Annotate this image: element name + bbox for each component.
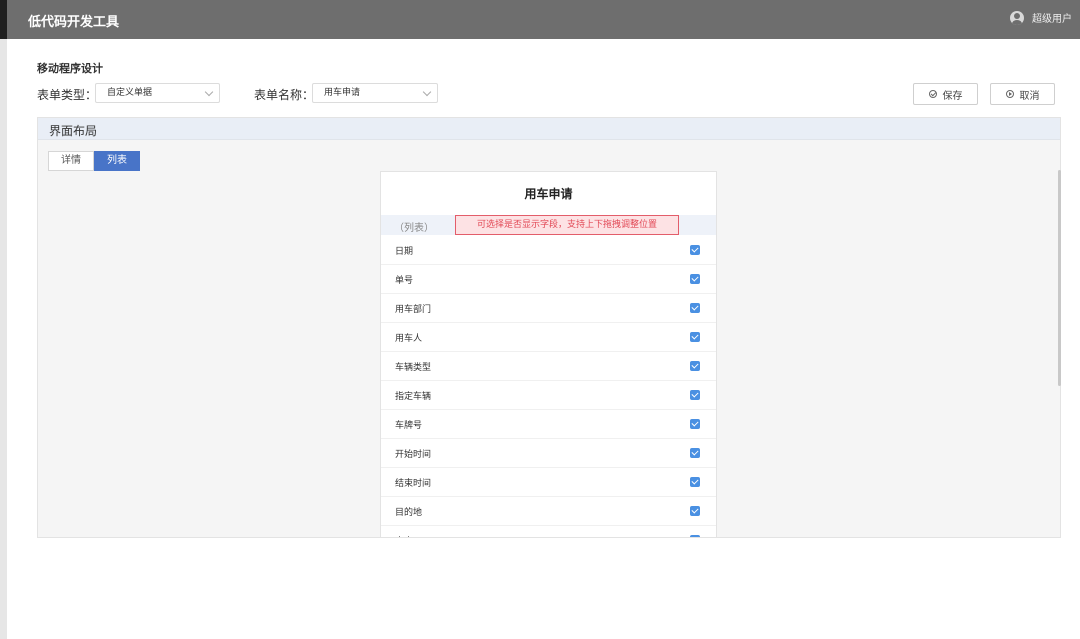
- field-checkbox[interactable]: [690, 419, 700, 429]
- field-row[interactable]: 指定车辆: [381, 381, 716, 410]
- cancel-button[interactable]: 取消: [990, 83, 1055, 105]
- field-row[interactable]: 车辆类型: [381, 352, 716, 381]
- form-name-select[interactable]: 用车申请: [312, 83, 438, 103]
- field-label: 指定车辆: [395, 392, 432, 402]
- save-button-label: 保存: [942, 90, 963, 102]
- field-checkbox[interactable]: [690, 477, 700, 487]
- user-name: 超级用户: [1032, 14, 1072, 25]
- field-label: 结束时间: [395, 479, 432, 489]
- form-type-label: 表单类型：: [37, 88, 98, 102]
- field-row[interactable]: 用车部门: [381, 294, 716, 323]
- play-circle-icon: [1005, 90, 1014, 98]
- field-label: 用车部门: [395, 305, 432, 315]
- field-row[interactable]: 用车人: [381, 323, 716, 352]
- check-circle-icon: [928, 90, 937, 98]
- left-strip: [0, 39, 7, 639]
- layout-panel: 界面布局 详情 列表 用车申请 （列表） 可选择是否显示字段，支持上下拖拽调整位…: [37, 117, 1061, 538]
- field-row[interactable]: 事由: [381, 526, 716, 537]
- top-bar-edge: [0, 0, 7, 39]
- layout-panel-title: 界面布局: [49, 124, 98, 138]
- layout-tabs: 详情 列表: [48, 151, 140, 171]
- form-type-value: 自定义单据: [107, 88, 153, 98]
- field-label: 日期: [395, 247, 414, 257]
- mobile-preview: 用车申请 （列表） 可选择是否显示字段，支持上下拖拽调整位置 日期 单号 用车部…: [380, 171, 717, 537]
- tab-detail[interactable]: 详情: [48, 151, 94, 171]
- field-checkbox[interactable]: [690, 448, 700, 458]
- chevron-down-icon: [422, 87, 432, 97]
- field-row[interactable]: 结束时间: [381, 468, 716, 497]
- field-checkbox[interactable]: [690, 535, 700, 537]
- field-label: 单号: [395, 276, 414, 286]
- field-row[interactable]: 日期: [381, 236, 716, 265]
- save-button[interactable]: 保存: [913, 83, 978, 105]
- form-type-select[interactable]: 自定义单据: [95, 83, 220, 103]
- chevron-down-icon: [204, 87, 214, 97]
- field-checkbox[interactable]: [690, 274, 700, 284]
- list-section-label: （列表）: [394, 223, 434, 234]
- user-avatar-icon: [1010, 10, 1024, 25]
- field-checkbox[interactable]: [690, 390, 700, 400]
- field-checkbox[interactable]: [690, 245, 700, 255]
- field-label: 用车人: [395, 334, 423, 344]
- field-checkbox[interactable]: [690, 361, 700, 371]
- field-checkbox[interactable]: [690, 332, 700, 342]
- field-label: 车牌号: [395, 421, 423, 431]
- layout-panel-header: 界面布局: [38, 118, 1060, 140]
- page-title: 移动程序设计: [37, 62, 103, 75]
- top-bar: 低代码开发工具 超级用户: [0, 0, 1080, 39]
- field-row[interactable]: 目的地: [381, 497, 716, 526]
- field-checkbox[interactable]: [690, 303, 700, 313]
- form-name-label: 表单名称：: [254, 88, 315, 102]
- panel-scrollbar[interactable]: [1058, 170, 1061, 386]
- list-section-bar: （列表） 可选择是否显示字段，支持上下拖拽调整位置: [381, 215, 716, 235]
- field-label: 目的地: [395, 508, 423, 518]
- form-name-value: 用车申请: [324, 88, 361, 98]
- field-checkbox[interactable]: [690, 506, 700, 516]
- field-label: 车辆类型: [395, 363, 432, 373]
- field-row[interactable]: 单号: [381, 265, 716, 294]
- cancel-button-label: 取消: [1019, 90, 1040, 102]
- drag-hint: 可选择是否显示字段，支持上下拖拽调整位置: [455, 215, 679, 235]
- field-label: 事由: [395, 534, 413, 537]
- user-menu[interactable]: 超级用户: [1010, 10, 1072, 25]
- preview-title: 用车申请: [524, 187, 573, 201]
- tab-list[interactable]: 列表: [94, 151, 140, 171]
- field-label: 开始时间: [395, 450, 432, 460]
- field-row[interactable]: 开始时间: [381, 439, 716, 468]
- field-row[interactable]: 车牌号: [381, 410, 716, 439]
- app-title: 低代码开发工具: [28, 15, 120, 30]
